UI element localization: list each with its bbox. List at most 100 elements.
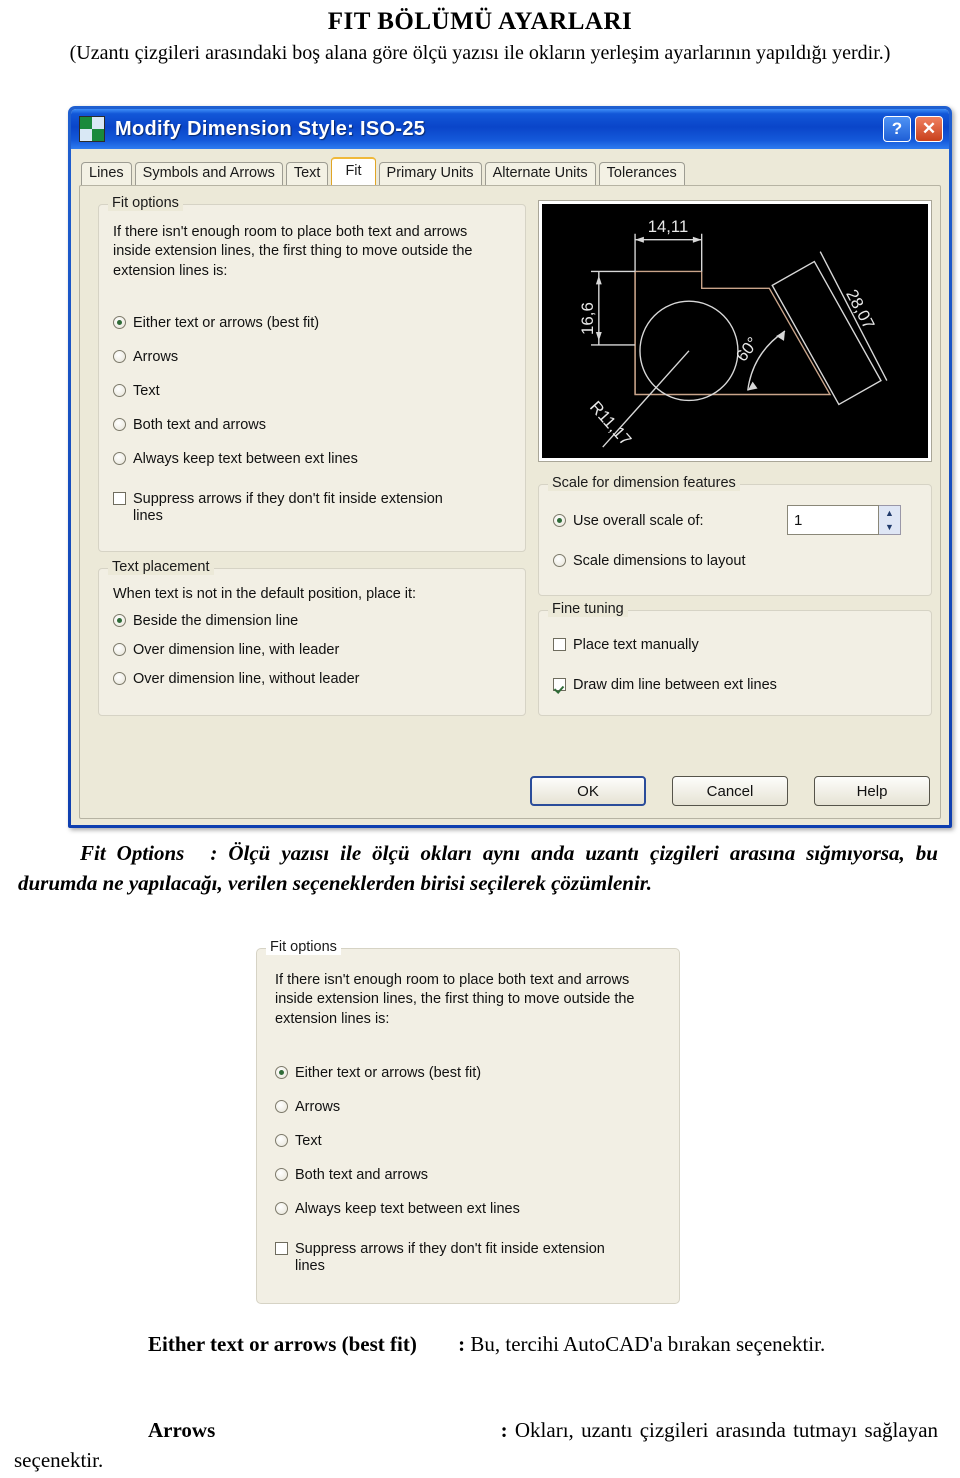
option-label: Place text manually: [573, 637, 699, 653]
fit-radio-always-keep-text[interactable]: Always keep text between ext lines: [275, 1201, 520, 1218]
radio-icon: [113, 452, 126, 465]
either-paragraph-lead: Either text or arrows (best fit): [148, 1332, 417, 1356]
fit-tab-page: Fit options If there isn't enough room t…: [79, 185, 941, 819]
dialog-client-area: Modify Dimension Style: ISO-25 ? ✕ Lines…: [71, 109, 949, 825]
preview-dim-14-11: 14,11: [648, 217, 688, 236]
close-icon[interactable]: ✕: [915, 116, 943, 142]
stepper-buttons[interactable]: ▲ ▼: [879, 505, 901, 535]
titlebar-buttons: ? ✕: [883, 116, 943, 142]
preview-dim-28-07: 28,07: [842, 286, 878, 332]
tab-tolerances[interactable]: Tolerances: [598, 162, 685, 185]
option-label: Either text or arrows (best fit): [133, 315, 320, 331]
fit-radio-text[interactable]: Text: [113, 383, 160, 400]
radio-icon: [113, 614, 126, 627]
checkbox-icon: [553, 678, 566, 691]
option-label: Draw dim line between ext lines: [573, 677, 777, 693]
radio-icon: [113, 672, 126, 685]
option-label: Either text or arrows (best fit): [295, 1065, 482, 1081]
fit-radio-always-keep-text[interactable]: Always keep text between ext lines: [113, 451, 358, 468]
fine-tuning-checkbox-place-text-manually[interactable]: Place text manually: [553, 637, 699, 654]
help-icon[interactable]: ?: [883, 116, 911, 142]
option-label: Text: [295, 1133, 322, 1149]
preview-dim-16-6: 16,6: [578, 302, 597, 335]
fit-radio-either-text-or-arrows[interactable]: Either text or arrows (best fit): [113, 315, 319, 332]
checkbox-icon: [553, 638, 566, 651]
tab-symbols-arrows[interactable]: Symbols and Arrows: [134, 162, 283, 185]
tab-bar: Lines Symbols and Arrows Text Fit Primar…: [71, 149, 949, 185]
dimension-preview: 14,11 16,6 28,07 60° R11,17: [538, 200, 932, 462]
text-placement-group-title: Text placement: [108, 559, 214, 575]
overall-scale-input[interactable]: 1: [787, 505, 879, 535]
overall-scale-stepper[interactable]: 1 ▲ ▼: [787, 505, 901, 535]
fit-radio-arrows[interactable]: Arrows: [275, 1099, 340, 1116]
fit-radio-either-text-or-arrows[interactable]: Either text or arrows (best fit): [275, 1065, 481, 1082]
fit-checkbox-suppress-arrows[interactable]: Suppress arrows if they don't fit inside…: [275, 1241, 663, 1276]
radio-icon: [275, 1202, 288, 1215]
fit-checkbox-suppress-arrows[interactable]: Suppress arrows if they don't fit inside…: [113, 491, 503, 526]
option-label: Both text and arrows: [295, 1167, 428, 1183]
modify-dimension-style-dialog: Modify Dimension Style: ISO-25 ? ✕ Lines…: [68, 106, 952, 828]
fine-tuning-group-title: Fine tuning: [548, 601, 628, 617]
stepper-down-icon[interactable]: ▼: [879, 520, 900, 534]
cancel-button[interactable]: Cancel: [672, 776, 788, 806]
radio-icon: [275, 1134, 288, 1147]
fit-options-description: If there isn't enough room to place both…: [275, 972, 635, 1027]
page-subtitle: (Uzantı çizgileri arasındaki boş alana g…: [69, 42, 891, 64]
option-label: Over dimension line, with leader: [133, 642, 340, 658]
scale-radio-scale-to-layout[interactable]: Scale dimensions to layout: [553, 553, 746, 570]
placement-radio-over-with-leader[interactable]: Over dimension line, with leader: [113, 642, 339, 659]
either-text-or-arrows-paragraph: Either text or arrows (best fit) : Bu, t…: [14, 1330, 938, 1360]
tab-primary-units[interactable]: Primary Units: [378, 162, 482, 185]
option-label: Use overall scale of:: [573, 513, 704, 529]
ok-button[interactable]: OK: [530, 776, 646, 806]
option-label: Suppress arrows if they don't fit inside…: [295, 1241, 605, 1275]
fit-radio-text[interactable]: Text: [275, 1133, 322, 1150]
fit-options-group-title: Fit options: [108, 195, 183, 211]
fit-options-group: Fit options If there isn't enough room t…: [98, 195, 526, 552]
preview-dim-r11-17: R11,17: [586, 397, 635, 449]
either-paragraph-rest: Bu, tercihi AutoCAD'a bırakan seçenektir…: [470, 1332, 826, 1356]
dialog-button-row: OK Cancel Help: [530, 776, 930, 806]
help-button[interactable]: Help: [814, 776, 930, 806]
fine-tuning-checkbox-draw-dim-line[interactable]: Draw dim line between ext lines: [553, 677, 777, 694]
option-label: Arrows: [295, 1099, 341, 1115]
placement-radio-beside-dimension-line[interactable]: Beside the dimension line: [113, 613, 298, 630]
arrows-paragraph: Arrows : Okları, uzantı çizgileri arasın…: [14, 1416, 938, 1476]
fit-options-description: If there isn't enough room to place both…: [113, 224, 473, 279]
tab-alternate-units[interactable]: Alternate Units: [484, 162, 596, 185]
dimension-style-icon: [79, 116, 105, 142]
radio-icon: [275, 1066, 288, 1079]
stepper-up-icon[interactable]: ▲: [879, 506, 900, 520]
dialog-title: Modify Dimension Style: ISO-25: [115, 117, 426, 140]
scale-radio-use-overall-scale[interactable]: Use overall scale of:: [553, 513, 704, 530]
option-label: Suppress arrows if they don't fit inside…: [133, 491, 443, 525]
fit-radio-both-text-and-arrows[interactable]: Both text and arrows: [275, 1167, 428, 1184]
fit-options-paragraph-lead: Fit Options: [80, 841, 185, 865]
preview-drawing: 14,11 16,6 28,07 60° R11,17: [542, 204, 928, 458]
tab-lines[interactable]: Lines: [81, 162, 132, 185]
scale-for-dimension-features-group: Scale for dimension features Use overall…: [538, 475, 932, 596]
fit-options-paragraph-colon: :: [210, 841, 218, 865]
radio-icon: [113, 418, 126, 431]
option-label: Text: [133, 383, 160, 399]
arrows-paragraph-colon: :: [500, 1418, 508, 1442]
text-placement-description: When text is not in the default position…: [113, 586, 417, 602]
either-paragraph-colon: :: [458, 1332, 466, 1356]
radio-icon: [553, 554, 566, 567]
option-label: Scale dimensions to layout: [573, 553, 746, 569]
scale-group-title: Scale for dimension features: [548, 475, 740, 491]
option-label: Over dimension line, without leader: [133, 671, 360, 687]
fit-options-paragraph: Fit Options: Ölçü yazısı ile ölçü okları…: [18, 838, 938, 899]
radio-icon: [113, 384, 126, 397]
checkbox-icon: [113, 492, 126, 505]
radio-icon: [275, 1168, 288, 1181]
dialog-titlebar[interactable]: Modify Dimension Style: ISO-25 ? ✕: [71, 109, 949, 149]
page-title: FIT BÖLÜMÜ AYARLARI: [327, 8, 633, 35]
fit-radio-both-text-and-arrows[interactable]: Both text and arrows: [113, 417, 266, 434]
placement-radio-over-without-leader[interactable]: Over dimension line, without leader: [113, 671, 359, 688]
fit-radio-arrows[interactable]: Arrows: [113, 349, 178, 366]
checkbox-icon: [275, 1242, 288, 1255]
tab-fit[interactable]: Fit: [331, 157, 376, 185]
radio-icon: [113, 350, 126, 363]
tab-text[interactable]: Text: [285, 162, 329, 185]
